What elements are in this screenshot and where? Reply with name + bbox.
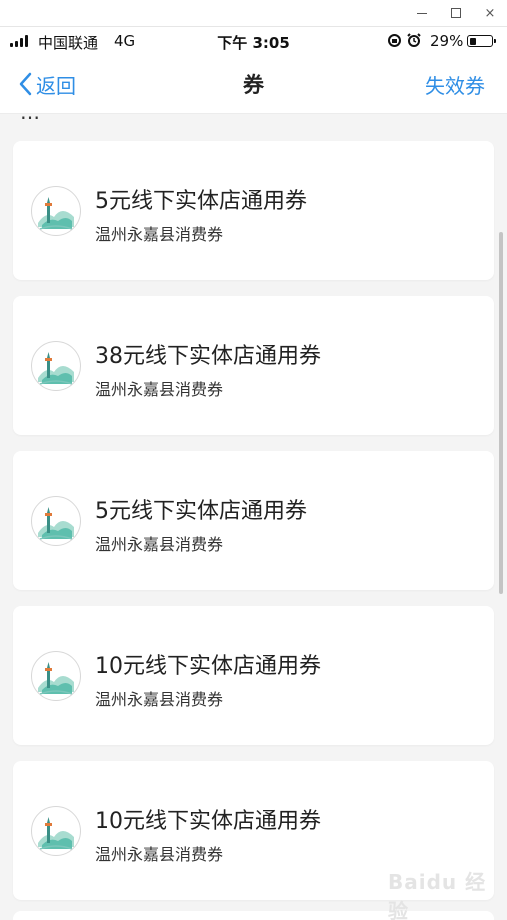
status-bar: 中国联通 4G 下午 3:05 29%: [0, 27, 507, 55]
maximize-icon: [451, 8, 461, 18]
coupon-card[interactable]: 38元线下实体店通用券 温州永嘉县消费券: [13, 296, 494, 435]
minimize-icon: [417, 12, 427, 14]
coupon-title: 5元线下实体店通用券: [95, 499, 307, 524]
window-title-bar: ×: [0, 0, 507, 27]
coupon-title: 38元线下实体店通用券: [95, 344, 321, 369]
coupon-list[interactable]: … 5元线下实体店通用券 温州永嘉县消费券: [0, 114, 507, 920]
scrollbar[interactable]: [499, 232, 503, 594]
battery-fill: [469, 37, 476, 45]
yongjia-logo-icon: [31, 651, 81, 701]
expired-coupons-link[interactable]: 失效券: [425, 70, 485, 99]
section-header-partial: …: [20, 114, 40, 124]
yongjia-logo-icon: [31, 496, 81, 546]
watermark: Baidu 经验: [388, 870, 487, 920]
coupon-card[interactable]: 5元线下实体店通用券 温州永嘉县消费券: [13, 141, 494, 280]
coupon-card[interactable]: 5元线下实体店通用券 温州永嘉县消费券: [13, 451, 494, 590]
rotation-lock-icon: [388, 34, 401, 47]
coupon-card[interactable]: 10元线下实体店通用券 温州永嘉县消费券: [13, 606, 494, 745]
coupon-title: 10元线下实体店通用券: [95, 809, 321, 834]
coupon-subtitle: 温州永嘉县消费券: [95, 690, 224, 709]
close-icon: ×: [484, 5, 496, 21]
coupon-subtitle: 温州永嘉县消费券: [95, 380, 224, 399]
alarm-icon: [407, 33, 421, 47]
coupon-subtitle: 温州永嘉县消费券: [95, 225, 224, 244]
coupon-title: 5元线下实体店通用券: [95, 189, 307, 214]
navigation-bar: 返回 券 失效券: [0, 55, 507, 114]
maximize-button[interactable]: [446, 3, 466, 23]
coupon-subtitle: 温州永嘉县消费券: [95, 535, 224, 554]
coupon-title: 10元线下实体店通用券: [95, 654, 321, 679]
battery-icon: [467, 35, 496, 47]
yongjia-logo-icon: [31, 806, 81, 856]
minimize-button[interactable]: [412, 3, 432, 23]
close-button[interactable]: ×: [480, 3, 500, 23]
yongjia-logo-icon: [31, 341, 81, 391]
coupon-subtitle: 温州永嘉县消费券: [95, 845, 224, 864]
battery-percent: 29%: [430, 32, 464, 50]
yongjia-logo-icon: [31, 186, 81, 236]
